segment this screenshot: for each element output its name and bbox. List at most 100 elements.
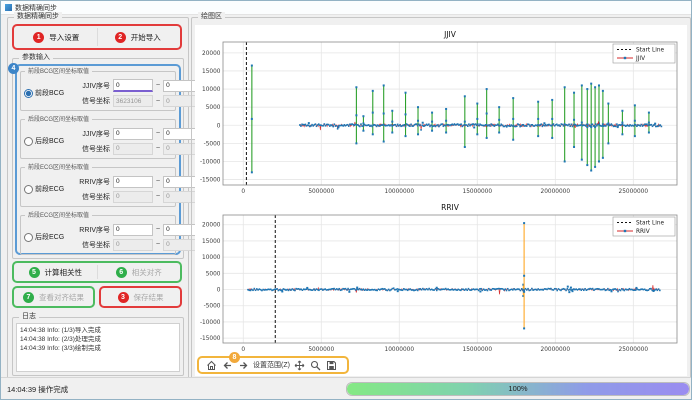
home-icon[interactable]: [205, 359, 217, 371]
svg-text:20000: 20000: [202, 51, 221, 57]
figure-canvas[interactable]: 0500000010000000150000002000000025000000…: [195, 25, 687, 376]
badge-5: 5: [29, 267, 40, 278]
signal-coord-label: 信号坐标: [76, 240, 110, 250]
svg-text:5000: 5000: [206, 105, 221, 111]
import-settings-button[interactable]: 1 导入设置: [18, 29, 95, 45]
signal-coord-from-input: [113, 95, 153, 107]
view-align-result-label: 查看对齐结果: [39, 292, 84, 303]
badge-6: 6: [116, 267, 127, 278]
param-group-rear-bcg: 后段BCG区间坐标取值 后段BCG JJIV序号 ~: [20, 119, 176, 159]
jjiv-index-from-input[interactable]: [113, 79, 153, 92]
param-group-front-ecg: 前段ECG区间坐标取值 前段ECG RRIV序号 ~: [20, 167, 176, 207]
app-window: 数据精确同步 数据精确同步 1 导入设置 2 开始导入 参数输入 4 前段BCG…: [0, 0, 692, 400]
radio-rear-bcg-input[interactable]: [24, 137, 33, 146]
button-divider: [97, 265, 98, 279]
signal-coord-from-input: [113, 143, 153, 155]
svg-text:-5000: -5000: [204, 141, 221, 147]
param-group-rear-ecg: 后段ECG区间坐标取值 后段ECG RRIV序号 ~: [20, 215, 176, 255]
compute-correlation-label: 计算相关性: [45, 267, 83, 278]
svg-text:-5000: -5000: [204, 304, 221, 310]
log-line: 14:04:38 Info: (1/3)导入完成: [20, 326, 176, 335]
tilde: ~: [156, 98, 160, 105]
jjiv-index-label: JJIV序号: [76, 81, 110, 91]
svg-text:RRIV: RRIV: [636, 229, 650, 235]
pan-icon[interactable]: [294, 359, 306, 371]
radio-front-bcg-input[interactable]: [24, 89, 33, 98]
tilde: ~: [156, 178, 160, 185]
left-panel: 数据精确同步 1 导入设置 2 开始导入 参数输入 4 前段BCG区间坐标取值: [7, 17, 189, 380]
rriv-index-from-input[interactable]: [113, 176, 153, 188]
signal-coord-label: 信号坐标: [76, 192, 110, 202]
svg-text:25000000: 25000000: [619, 347, 649, 353]
rriv-index-label: RRIV序号: [76, 225, 110, 235]
import-button-group: 1 导入设置 2 开始导入: [12, 24, 182, 50]
svg-text:-10000: -10000: [200, 159, 221, 165]
svg-text:15000: 15000: [202, 239, 221, 245]
plot-toolbar: 8 设置范围(Z): [197, 356, 349, 374]
svg-text:5000000: 5000000: [308, 189, 334, 195]
jjiv-index-from-input[interactable]: [113, 128, 153, 140]
param-group-title: 前段ECG区间坐标取值: [25, 163, 92, 173]
svg-text:20000: 20000: [202, 223, 221, 229]
import-settings-label: 导入设置: [49, 32, 79, 43]
window-title: 数据精确同步: [15, 3, 57, 13]
svg-text:-15000: -15000: [200, 336, 221, 342]
svg-text:RRIV: RRIV: [441, 203, 460, 212]
save-icon[interactable]: [326, 359, 338, 371]
svg-text:JJIV: JJIV: [443, 30, 457, 39]
plot-panel-title: 绘图区: [198, 12, 225, 22]
params-highlight-box: 4 前段BCG区间坐标取值 前段BCG JJIV序号 ~: [15, 64, 181, 255]
button-divider: [97, 28, 98, 46]
correlation-align-button[interactable]: 6 相关对齐: [100, 265, 179, 279]
badge-4: 4: [8, 63, 19, 74]
analysis-button-group: 5 计算相关性 6 相关对齐: [12, 261, 182, 283]
progress-bar: 100%: [346, 382, 690, 396]
param-group-title: 后段BCG区间坐标取值: [25, 115, 92, 125]
signal-coord-from-input: [113, 191, 153, 203]
radio-front-ecg-input[interactable]: [24, 185, 33, 194]
tilde: ~: [156, 82, 160, 89]
save-result-box: 3 保存结果: [99, 286, 182, 308]
log-group: 日志 14:04:38 Info: (1/3)导入完成 14:04:38 Inf…: [12, 317, 184, 376]
radio-rear-ecg[interactable]: 后段ECG: [21, 232, 76, 242]
params-group-title: 参数输入: [19, 53, 53, 63]
chart-rriv[interactable]: 0500000010000000150000002000000025000000…: [197, 201, 685, 356]
radio-front-bcg[interactable]: 前段BCG: [21, 88, 76, 98]
svg-text:5000: 5000: [206, 271, 221, 277]
view-align-box: 7 查看对齐结果: [12, 286, 95, 308]
svg-text:15000000: 15000000: [463, 347, 493, 353]
svg-text:20000000: 20000000: [541, 347, 571, 353]
svg-text:JJIV: JJIV: [635, 56, 645, 62]
rriv-index-from-input[interactable]: [113, 224, 153, 236]
set-range-button[interactable]: 设置范围(Z): [253, 360, 290, 370]
log-area[interactable]: 14:04:38 Info: (1/3)导入完成 14:04:38 Info: …: [16, 323, 180, 372]
signal-coord-label: 信号坐标: [76, 96, 110, 106]
start-import-button[interactable]: 2 开始导入: [100, 29, 177, 45]
radio-front-ecg[interactable]: 前段ECG: [21, 184, 76, 194]
param-group-front-bcg: 前段BCG区间坐标取值 前段BCG JJIV序号 ~: [20, 71, 176, 111]
status-bar: 14:04:39 操作完成 100%: [1, 377, 691, 399]
svg-text:0: 0: [217, 288, 221, 294]
plot-panel: 绘图区 050000001000000015000000200000002500…: [191, 17, 691, 380]
signal-coord-label: 信号坐标: [76, 144, 110, 154]
radio-rear-ecg-input[interactable]: [24, 233, 33, 242]
svg-text:15000: 15000: [202, 69, 221, 75]
param-group-title: 后段ECG区间坐标取值: [25, 211, 92, 221]
svg-text:20000000: 20000000: [541, 189, 571, 195]
badge-7: 7: [23, 292, 34, 303]
chart-jjiv[interactable]: 0500000010000000150000002000000025000000…: [197, 28, 685, 198]
zoom-icon[interactable]: [310, 359, 322, 371]
correlation-align-label: 相关对齐: [132, 267, 162, 278]
radio-rear-bcg[interactable]: 后段BCG: [21, 136, 76, 146]
radio-rear-bcg-label: 后段BCG: [35, 136, 64, 146]
left-panel-title: 数据精确同步: [14, 12, 62, 22]
tilde: ~: [156, 130, 160, 137]
svg-text:10000: 10000: [202, 87, 221, 93]
view-align-result-button[interactable]: 7 查看对齐结果: [16, 290, 91, 304]
svg-text:0: 0: [241, 189, 245, 195]
save-result-button[interactable]: 3 保存结果: [103, 290, 178, 304]
rriv-index-label: RRIV序号: [76, 177, 110, 187]
svg-text:0: 0: [241, 347, 245, 353]
compute-correlation-button[interactable]: 5 计算相关性: [16, 265, 95, 279]
start-import-label: 开始导入: [131, 32, 161, 43]
